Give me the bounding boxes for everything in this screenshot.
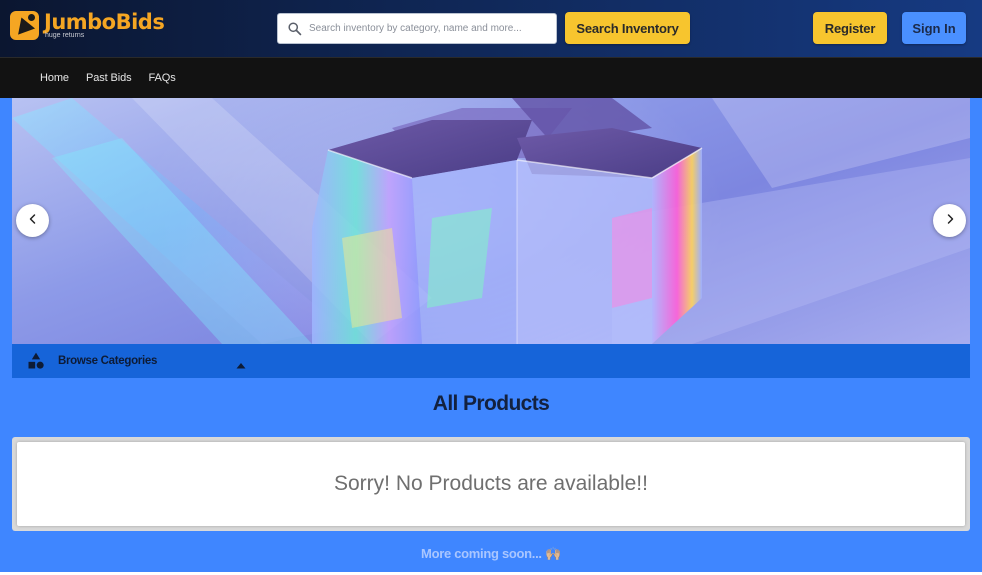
sign-in-button[interactable]: Sign In <box>902 12 966 44</box>
empty-state-panel: Sorry! No Products are available!! <box>17 442 965 526</box>
shapes-icon <box>26 351 46 371</box>
search-input[interactable] <box>309 14 556 43</box>
hero-carousel <box>12 98 970 344</box>
products-container: Sorry! No Products are available!! <box>12 437 970 531</box>
carousel-next-button[interactable] <box>933 204 966 237</box>
empty-state-message: Sorry! No Products are available!! <box>334 472 648 495</box>
chevron-right-icon <box>944 213 956 228</box>
nav-item-faqs[interactable]: FAQs <box>149 72 176 84</box>
search-icon <box>281 21 307 36</box>
browse-categories-bar[interactable]: Browse Categories <box>12 344 970 378</box>
brand-logo[interactable]: JumboBids huge returns <box>10 10 165 40</box>
hero-banner-image <box>12 98 970 344</box>
register-button[interactable]: Register <box>813 12 887 44</box>
search-box <box>277 13 557 44</box>
nav-item-past-bids[interactable]: Past Bids <box>86 72 132 84</box>
nav-item-home[interactable]: Home <box>40 72 69 84</box>
top-header: JumboBids huge returns Search Inventory … <box>0 0 982 57</box>
logo-icon <box>10 11 39 40</box>
chevron-left-icon <box>27 213 39 228</box>
products-section-title: All Products <box>432 392 550 415</box>
browse-categories-label: Browse Categories <box>58 355 158 367</box>
brand-name: JumboBids <box>44 10 165 34</box>
carousel-prev-button[interactable] <box>16 204 49 237</box>
coming-soon-text: More coming soon... 🙌🏼 <box>421 546 561 561</box>
caret-up-icon[interactable] <box>236 357 246 375</box>
main-nav: Home Past Bids FAQs <box>0 57 982 98</box>
search-inventory-button[interactable]: Search Inventory <box>565 12 690 44</box>
